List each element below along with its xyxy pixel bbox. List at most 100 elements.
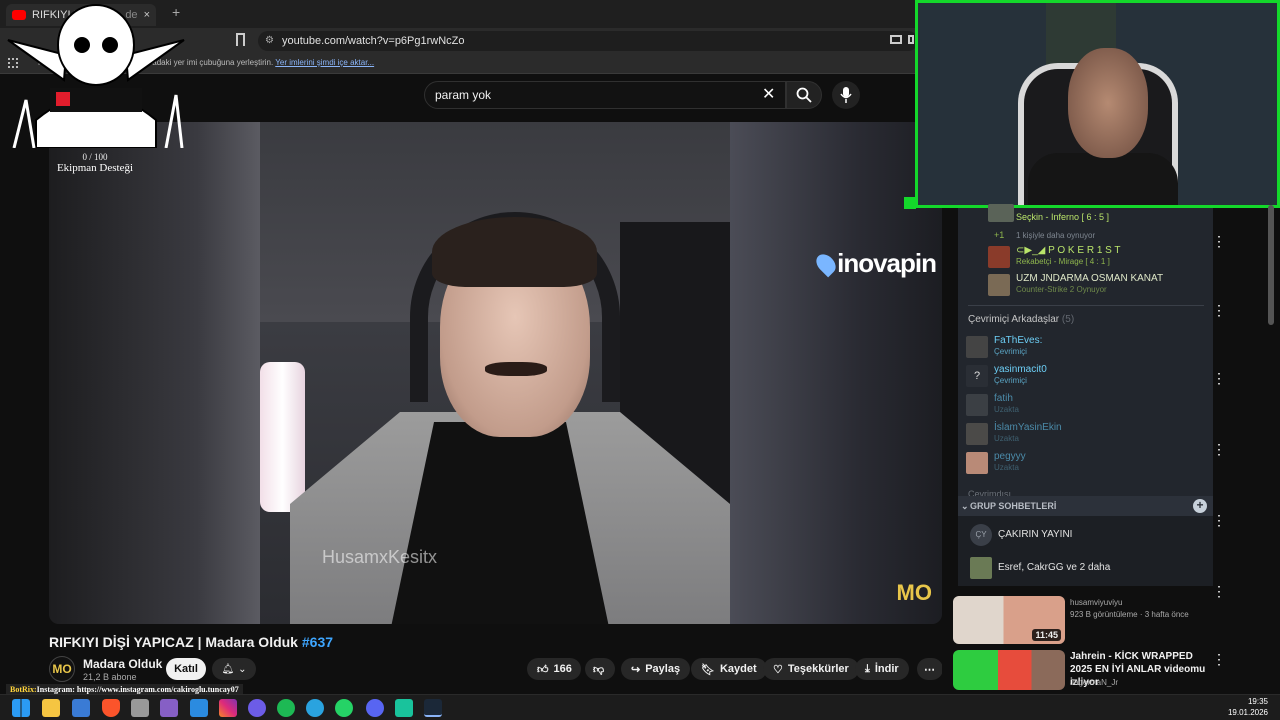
- video-player[interactable]: HusamxKesitx inovapin MO: [49, 122, 942, 624]
- sponsor-name: inovapin: [837, 248, 937, 278]
- more-vertical-icon[interactable]: ⋮: [1212, 652, 1226, 666]
- system-clock[interactable]: 19:35 19.01.2026: [1228, 696, 1268, 718]
- clock-time: 19:35: [1247, 697, 1268, 706]
- video-blur-left: [49, 122, 260, 624]
- clear-search-icon[interactable]: ✕: [762, 84, 775, 104]
- join-button[interactable]: Katıl: [166, 658, 206, 680]
- steam-icon[interactable]: [424, 699, 442, 717]
- webcam-overlay: [915, 0, 1280, 208]
- url-field[interactable]: ⚙ youtube.com/watch?v=p6Pg1rwNcZo: [258, 31, 918, 51]
- video-duration: 11:45: [1032, 629, 1061, 641]
- bookmark-icon[interactable]: [236, 33, 245, 46]
- search-button[interactable]: [786, 81, 822, 109]
- webcam-corner-marker: [904, 197, 916, 209]
- vscode-icon[interactable]: [190, 699, 208, 717]
- gaming-app-icon[interactable]: [395, 699, 413, 717]
- add-group-icon[interactable]: +: [1193, 499, 1207, 513]
- avatar[interactable]: MO: [49, 656, 75, 682]
- more-vertical-icon[interactable]: ⋮: [1212, 234, 1226, 248]
- friend-row-online[interactable]: FaThEves: Çevrimiçi: [966, 334, 1206, 360]
- more-vertical-icon[interactable]: ⋮: [1212, 584, 1226, 598]
- friend-row-away[interactable]: pegyyy Uzakta: [966, 450, 1206, 476]
- recommendation-item[interactable]: Jahrein - KİCK WRAPPED 2025 EN İYİ ANLAR…: [953, 650, 1213, 700]
- url-text: youtube.com/watch?v=p6Pg1rwNcZo: [282, 35, 465, 47]
- cast-icon[interactable]: [890, 35, 902, 44]
- divider: [968, 305, 1204, 306]
- search-icon: [796, 87, 812, 103]
- tools-icon[interactable]: [131, 699, 149, 717]
- steam-friends-panel: Seçkin - Inferno [ 6 : 5 ] +1 1 kişiyle …: [958, 204, 1213, 499]
- chevron-down-icon: ⌄: [961, 501, 969, 511]
- online-friends-header[interactable]: Çevrimiçi Arkadaşlar (5): [968, 314, 1074, 325]
- bot-message: Instagram: https://www.instagram.com/cak…: [36, 685, 239, 694]
- scrollbar[interactable]: [1268, 205, 1274, 325]
- group-chats-label: GRUP SOHBETLERİ: [970, 501, 1057, 511]
- download-label: İndir: [874, 663, 899, 675]
- import-bookmarks-link[interactable]: Yer imlerini şimdi içe aktar...: [275, 58, 374, 67]
- telegram-icon[interactable]: [306, 699, 324, 717]
- feather-app-icon[interactable]: [248, 699, 266, 717]
- friend-name: FaThEves:: [994, 335, 1043, 346]
- channel-name[interactable]: Madara Olduk: [83, 657, 162, 671]
- video-microphone: [260, 362, 305, 512]
- video-title: RIFKIYI DİŞİ YAPICAZ | Madara Olduk #637: [49, 634, 333, 650]
- more-vertical-icon[interactable]: ⋮: [1212, 303, 1226, 317]
- friend-row-away[interactable]: İslamYasinEkin Uzakta: [966, 421, 1206, 447]
- more-vertical-icon[interactable]: ⋮: [1212, 371, 1226, 385]
- brave-browser-icon[interactable]: [102, 699, 120, 717]
- hashtag-link[interactable]: #637: [302, 634, 333, 650]
- goal-label: Ekipman Desteği: [56, 162, 134, 174]
- friend-row-online[interactable]: ? yasinmacit0 Çevrimiçi: [966, 363, 1206, 389]
- thanks-button[interactable]: ♡ Teşekkürler: [763, 658, 859, 680]
- taskbar: 19:35 19.01.2026: [0, 694, 1280, 720]
- extensions-icon[interactable]: [908, 35, 914, 44]
- recommendation-thumbnail[interactable]: [953, 650, 1065, 690]
- friend-name: pegyyy: [994, 451, 1026, 462]
- group-chat-row[interactable]: Esref, CakrGG ve 2 daha: [970, 557, 1200, 581]
- spotify-icon[interactable]: [277, 699, 295, 717]
- save-button[interactable]: 🔖︎ Kaydet: [691, 658, 767, 680]
- group-name: ÇAKIRIN YAYINI: [998, 529, 1073, 540]
- like-count: 166: [553, 663, 572, 675]
- notification-bell-button[interactable]: 🔔︎ ⌄: [212, 658, 256, 680]
- whatsapp-icon[interactable]: [335, 699, 353, 717]
- more-actions-button[interactable]: ⋯: [917, 658, 943, 680]
- file-explorer-icon[interactable]: [42, 699, 60, 717]
- avatar: [966, 452, 988, 474]
- dislike-button[interactable]: 👎︎: [585, 658, 615, 680]
- discord-icon[interactable]: [366, 699, 384, 717]
- windows-start-icon[interactable]: [12, 699, 30, 717]
- friend-row-ingame[interactable]: ⊂▶_◢ P O K E R 1 S T Rekabetçi - Mirage …: [988, 244, 1228, 270]
- remote-desktop-icon[interactable]: [72, 699, 90, 717]
- recommendation-meta: 923 B görüntüleme · 3 hafta önce: [1070, 610, 1189, 619]
- recommendation-item[interactable]: 11:45 husamviyuviyu 923 B görüntüleme · …: [953, 596, 1213, 646]
- group-chats-header[interactable]: ⌄ GRUP SOHBETLERİ +: [958, 496, 1213, 516]
- more-vertical-icon[interactable]: ⋮: [1212, 442, 1226, 456]
- voice-search-button[interactable]: [832, 81, 860, 109]
- share-icon: ↪: [631, 663, 641, 676]
- channel-watermark-logo: MO: [896, 580, 932, 605]
- friend-row-ingame[interactable]: UZM JNDARMA OSMAN KANAT Counter-Strike 2…: [988, 272, 1228, 298]
- thanks-label: Teşekkürler: [787, 663, 849, 675]
- group-chat-row[interactable]: ÇY ÇAKIRIN YAYINI: [970, 524, 1200, 548]
- instagram-icon[interactable]: [219, 699, 237, 717]
- friend-status: Uzakta: [994, 463, 1019, 472]
- like-button[interactable]: 👍︎ 166: [527, 658, 581, 680]
- share-label: Paylaş: [645, 663, 681, 675]
- clock-date: 19.01.2026: [1227, 708, 1268, 717]
- friend-row-away[interactable]: fatih Uzakta: [966, 392, 1206, 418]
- friend-status: Uzakta: [994, 434, 1019, 443]
- more-horizontal-icon: ⋯: [924, 663, 935, 676]
- share-button[interactable]: ↪ Paylaş: [621, 658, 691, 680]
- more-vertical-icon[interactable]: ⋮: [1212, 513, 1226, 527]
- recommendation-title: husamviyuviyu: [1070, 598, 1123, 607]
- recommendation-thumbnail[interactable]: 11:45: [953, 596, 1065, 644]
- visual-studio-icon[interactable]: [160, 699, 178, 717]
- goal-count: 0 / 100: [82, 152, 108, 162]
- thumbs-up-icon: 👍︎: [537, 663, 549, 676]
- video-frame: HusamxKesitx: [260, 122, 730, 624]
- friend-name: fatih: [994, 393, 1013, 404]
- site-info-icon[interactable]: ⚙: [265, 31, 274, 51]
- download-button[interactable]: ⤓ İndir: [855, 658, 909, 680]
- search-input[interactable]: param yok: [424, 81, 786, 109]
